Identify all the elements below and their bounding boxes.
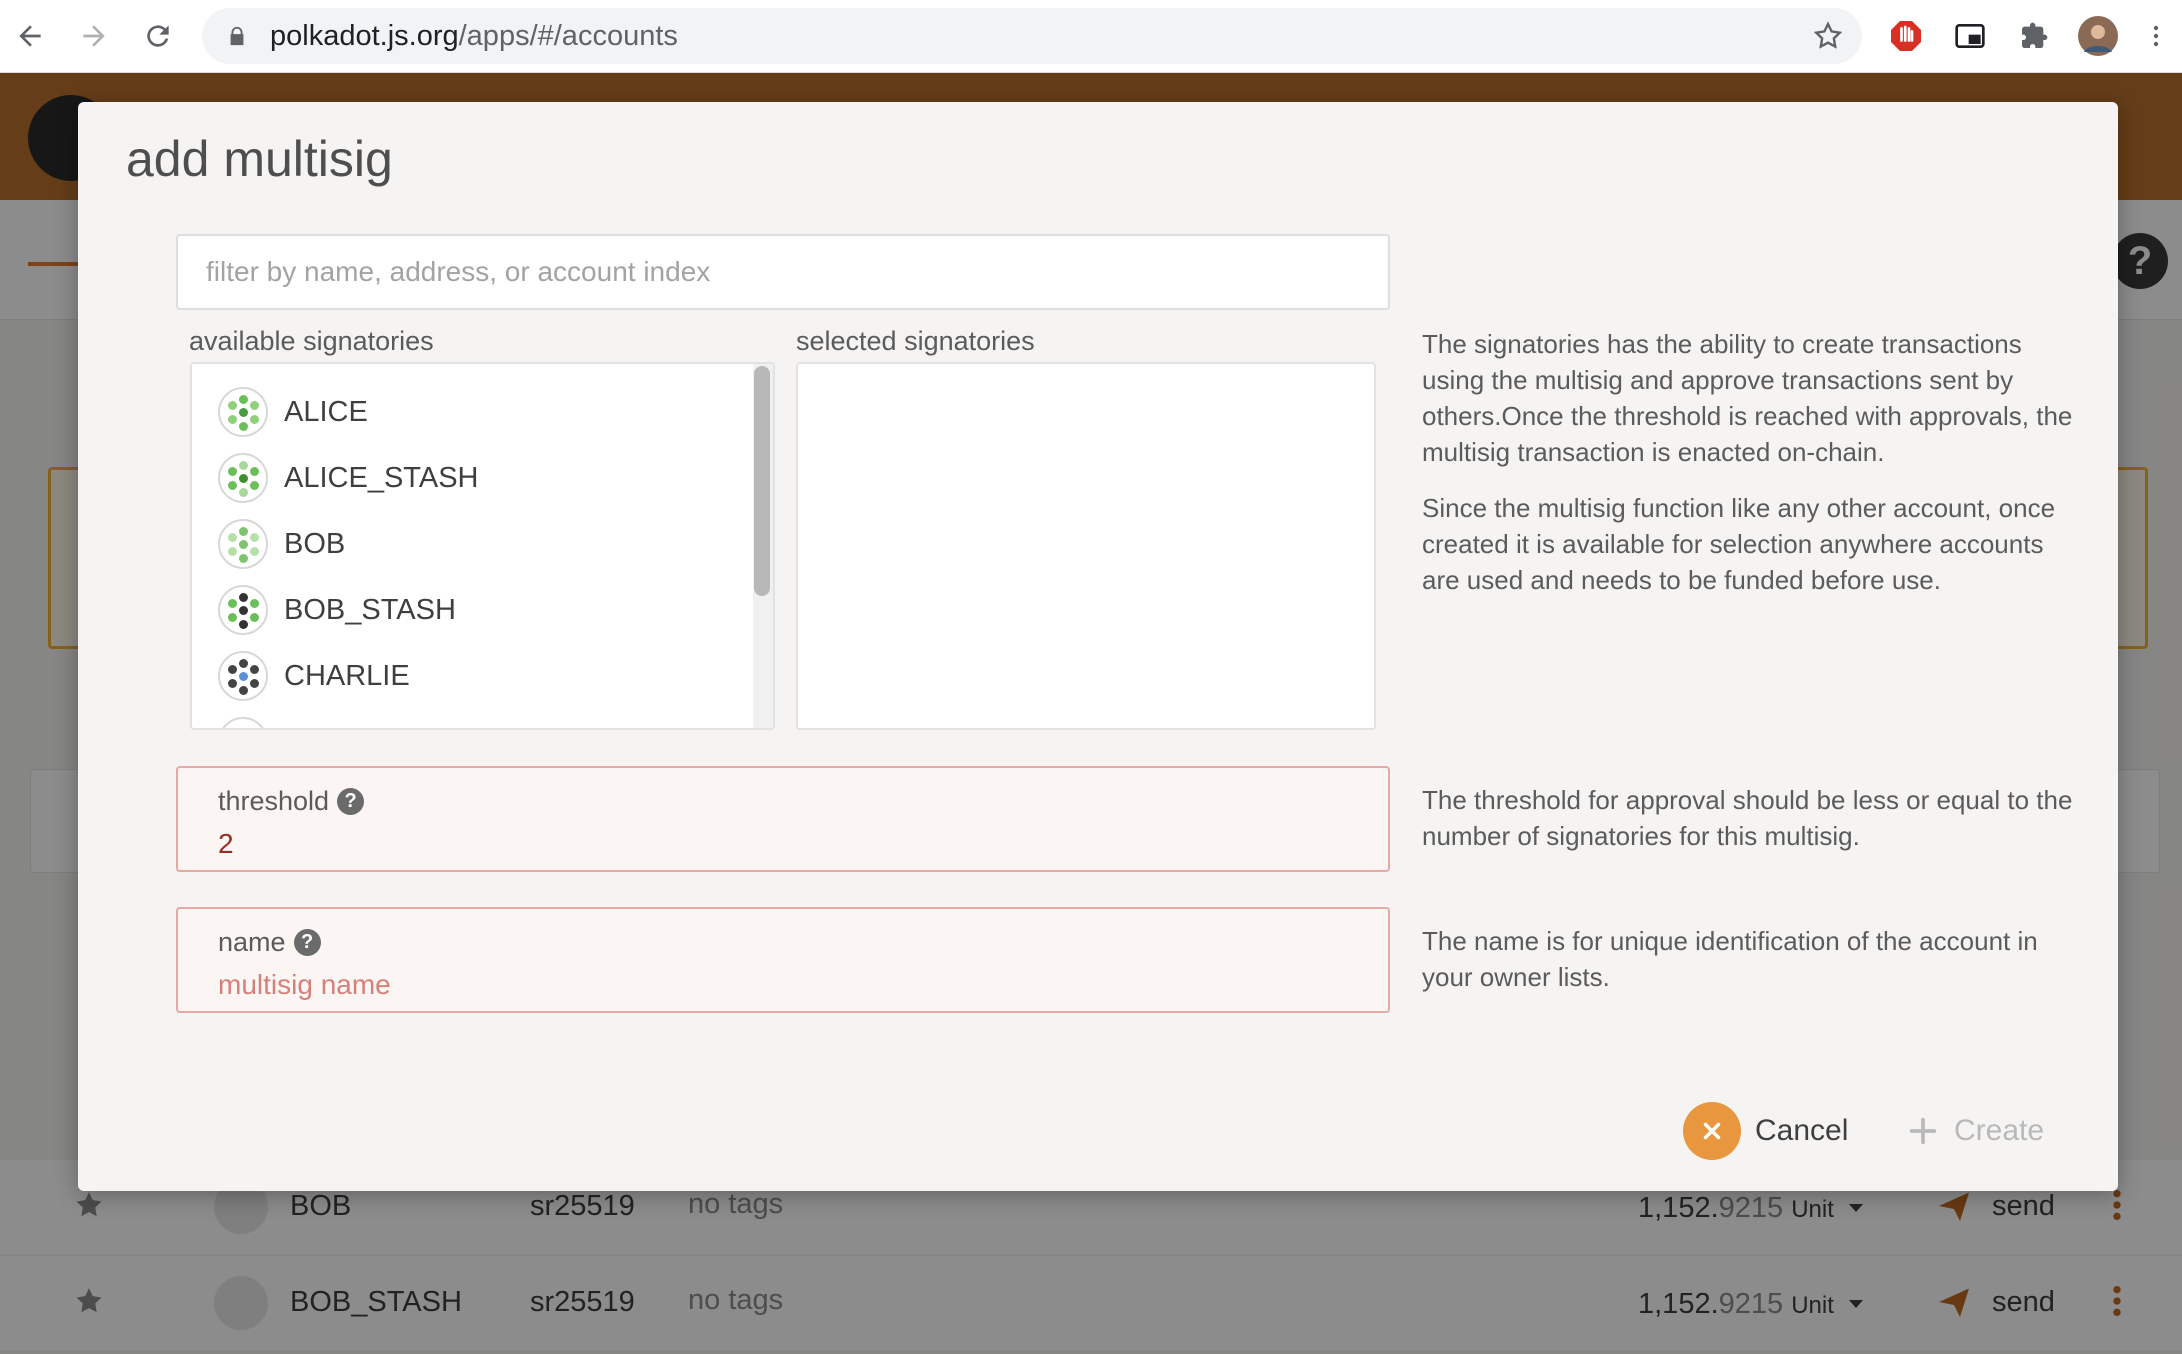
add-multisig-modal: add multisig available signatories selec…	[78, 102, 2118, 1191]
list-item[interactable]: ALICE_STASH	[218, 448, 478, 508]
extensions-puzzle-icon[interactable]	[2014, 16, 2054, 56]
list-item[interactable]	[218, 712, 268, 728]
forward-button[interactable]	[76, 18, 112, 54]
signatory-filter-input[interactable]	[176, 234, 1390, 310]
identicon-icon	[218, 585, 268, 635]
close-icon	[1683, 1102, 1741, 1160]
cancel-label: Cancel	[1755, 1114, 1849, 1147]
threshold-value[interactable]: 2	[218, 828, 234, 860]
browser-menu-icon[interactable]	[2144, 16, 2168, 56]
signatory-name: BOB	[284, 527, 346, 560]
scrollbar[interactable]	[753, 364, 773, 728]
reload-button[interactable]	[140, 18, 176, 54]
arrow-left-icon	[19, 25, 41, 47]
url-text: polkadot.js.org/apps/#/accounts	[270, 20, 678, 53]
question-circle-icon[interactable]: ?	[337, 788, 365, 815]
create-button[interactable]: Create	[1908, 1102, 2044, 1160]
url-host: polkadot.js.org	[270, 20, 459, 52]
signatory-name: CHARLIE	[284, 659, 410, 692]
name-input-placeholder[interactable]: multisig name	[218, 969, 391, 1001]
back-button[interactable]	[12, 18, 48, 54]
list-item[interactable]: BOB	[218, 514, 345, 574]
identicon-icon	[218, 453, 268, 503]
signatory-name: ALICE_STASH	[284, 461, 479, 494]
cancel-button[interactable]: Cancel	[1683, 1102, 1848, 1160]
threshold-field[interactable]: threshold ? 2	[176, 766, 1390, 872]
picture-in-picture-icon[interactable]	[1950, 16, 1990, 56]
identicon-icon	[218, 519, 268, 569]
identicon-icon	[218, 651, 268, 701]
address-bar[interactable]: polkadot.js.org/apps/#/accounts	[202, 8, 1862, 64]
bookmark-star-icon[interactable]	[1812, 20, 1844, 52]
browser-toolbar: polkadot.js.org/apps/#/accounts	[0, 0, 2182, 73]
list-item[interactable]: BOB_STASH	[218, 580, 456, 640]
list-item[interactable]: ALICE	[218, 382, 368, 442]
signatory-name: ALICE	[284, 395, 368, 428]
name-label: name ?	[218, 927, 321, 958]
adblock-extension-icon[interactable]	[1886, 16, 1926, 56]
identicon-icon	[218, 717, 268, 728]
name-field[interactable]: name ? multisig name	[176, 907, 1390, 1013]
scrollbar-thumb[interactable]	[754, 366, 770, 596]
name-help-text: The name is for unique identification of…	[1422, 926, 2038, 992]
plus-icon	[1909, 1117, 1937, 1145]
selected-signatories-list[interactable]	[796, 362, 1376, 730]
multisig-account-help-text: Since the multisig function like any oth…	[1422, 493, 2056, 595]
selected-signatories-label: selected signatories	[796, 326, 1035, 356]
arrow-right-icon	[83, 25, 105, 47]
identicon-icon	[218, 387, 268, 437]
url-path: /apps/#/accounts	[458, 20, 678, 52]
reload-icon	[147, 25, 169, 47]
question-circle-icon[interactable]: ?	[293, 929, 321, 956]
profile-avatar[interactable]	[2078, 16, 2118, 56]
available-signatories-list[interactable]: ALICE ALICE_STASH BOB BOB_STASH CHARLIE	[190, 362, 775, 730]
lock-icon	[230, 26, 244, 46]
name-label-text: name	[218, 927, 286, 957]
available-signatories-label: available signatories	[189, 326, 434, 356]
threshold-label: threshold ?	[218, 786, 365, 817]
create-label: Create	[1954, 1114, 2045, 1147]
modal-title: add multisig	[126, 131, 393, 187]
signatories-help-text: The signatories has the ability to creat…	[1422, 329, 2073, 467]
threshold-help-text: The threshold for approval should be les…	[1422, 785, 2073, 851]
signatory-name: BOB_STASH	[284, 593, 456, 626]
list-item[interactable]: CHARLIE	[218, 646, 410, 706]
threshold-label-text: threshold	[218, 786, 330, 816]
